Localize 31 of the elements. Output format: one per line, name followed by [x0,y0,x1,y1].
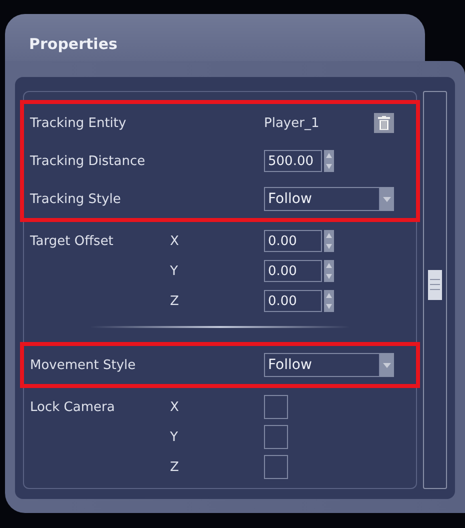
property-label: Tracking Entity [30,116,128,130]
axis-label: Y [170,264,179,278]
property-label: Lock Camera [30,400,116,414]
dropdown[interactable]: Follow [264,187,380,211]
checkbox[interactable] [264,395,288,419]
trash-icon [378,116,390,130]
dropdown[interactable]: Follow [264,353,380,377]
axis-label: Y [170,430,179,444]
property-label: Movement Style [30,358,137,372]
delete-button[interactable] [374,113,394,133]
number-field[interactable]: 500.00 [264,150,322,172]
property-value: Player_1 [264,116,320,130]
spinner-arrows-icon[interactable] [324,260,334,282]
checkbox[interactable] [264,455,288,479]
panel-title: Properties [29,35,118,53]
number-field[interactable]: 0.00 [264,290,322,312]
number-field[interactable]: 0.00 [264,260,322,282]
property-label: Target Offset [30,234,114,248]
property-label: Tracking Distance [30,154,146,168]
axis-label: X [170,234,180,248]
scrollbar[interactable] [423,91,447,489]
axis-label: X [170,400,180,414]
spinner-arrows-icon[interactable] [324,290,334,312]
axis-label: Z [170,294,180,308]
spinner-arrows-icon[interactable] [324,150,334,172]
scroll-thumb[interactable] [428,270,442,300]
property-label: Tracking Style [30,192,122,206]
spinner-arrows-icon[interactable] [324,230,334,252]
checkbox[interactable] [264,425,288,449]
axis-label: Z [170,460,180,474]
number-field[interactable]: 0.00 [264,230,322,252]
